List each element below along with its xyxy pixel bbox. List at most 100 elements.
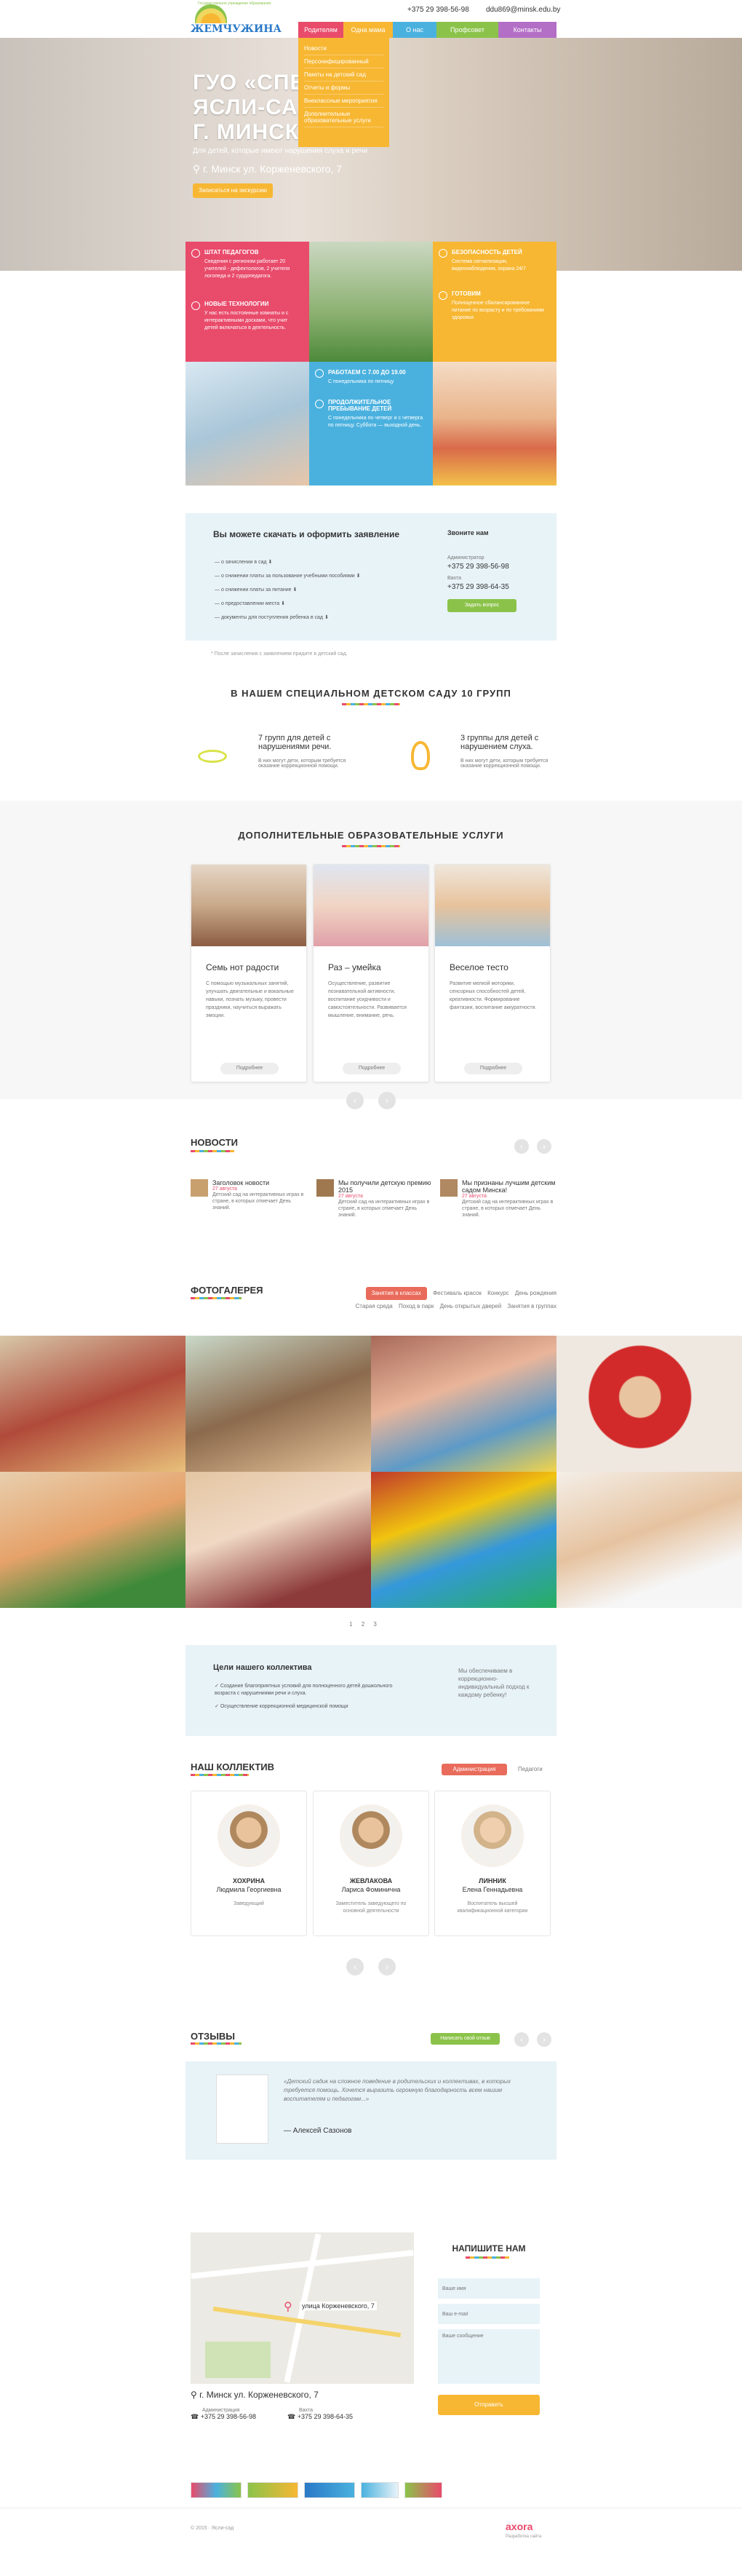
document-link[interactable]: — о предоставлении места ⬇	[215, 597, 361, 611]
gallery-page[interactable]: 1	[349, 1621, 352, 1628]
team-member-card[interactable]: ХОХРИНА Людмила Георгиевна Заведующий	[191, 1791, 307, 1936]
contact-admin: Администрация ☎ +375 29 398-56-98	[191, 2408, 257, 2420]
services-title: ДОПОЛНИТЕЛЬНЫЕ ОБРАЗОВАТЕЛЬНЫЕ УСЛУГИ	[238, 830, 504, 841]
gallery-pagination: 1 2 3	[349, 1621, 377, 1628]
partner-logo[interactable]	[304, 2482, 355, 2498]
document-link[interactable]: — о снижении платы за пользование учебны…	[215, 569, 361, 583]
news-item[interactable]: Мы получили детскую премию 2015 27 авгус…	[316, 1179, 433, 1218]
dropdown-item[interactable]: Внеклассные мероприятия	[304, 95, 383, 108]
submit-button[interactable]: Отправить	[438, 2395, 540, 2415]
message-input[interactable]	[438, 2329, 540, 2384]
divider	[191, 1297, 242, 1299]
ask-question-button[interactable]: Задать вопрос	[447, 599, 516, 612]
news-prev-icon[interactable]: ‹	[514, 1139, 529, 1154]
header-phone[interactable]: +375 29 398-56-98	[407, 6, 469, 14]
review-author: — Алексей Сазонов	[284, 2127, 352, 2135]
admin-phone[interactable]: +375 29 398-56-98	[447, 563, 509, 571]
download-icon: ⬇	[324, 615, 329, 620]
service-more-button[interactable]: Подробнее	[464, 1063, 522, 1074]
name-input[interactable]	[438, 2278, 540, 2299]
divider	[191, 1150, 234, 1152]
dropdown-item[interactable]: Новости	[304, 42, 383, 55]
gallery-photo[interactable]	[186, 1472, 371, 1608]
gallery-photo[interactable]	[371, 1472, 556, 1608]
partner-logo[interactable]	[404, 2482, 442, 2498]
gallery-tab[interactable]: Конкурс	[487, 1290, 508, 1296]
team-title: НАШ КОЛЛЕКТИВ	[191, 1761, 275, 1772]
team-member-card[interactable]: ЛИННИК Елена Геннадьевна Воспитатель высш…	[434, 1791, 551, 1936]
service-more-button[interactable]: Подробнее	[343, 1063, 401, 1074]
documents-title: Вы можете скачать и оформить заявление	[213, 529, 400, 539]
nav-item-mom[interactable]: Одна мама	[343, 22, 393, 38]
phone-icon: ☎	[191, 2413, 201, 2420]
location-pin-icon: ⚲	[191, 2390, 200, 2400]
gallery-photo[interactable]	[371, 1336, 556, 1472]
download-icon: ⬇	[268, 560, 273, 565]
gallery-photo[interactable]	[0, 1472, 186, 1608]
news-title: НОВОСТИ	[191, 1137, 239, 1148]
team-next-icon[interactable]: ›	[378, 1958, 396, 1975]
partner-logo[interactable]	[191, 2482, 242, 2498]
nav-item-parents[interactable]: Родителям	[298, 22, 343, 38]
review-next-icon[interactable]: ›	[537, 2032, 551, 2047]
next-arrow-icon[interactable]: ›	[378, 1092, 396, 1109]
document-link[interactable]: — о снижении платы за питание ⬇	[215, 583, 361, 597]
hearing-groups-text: В них могут дети, которым требуется оказ…	[460, 758, 548, 769]
lips-icon	[198, 750, 227, 763]
team-prev-icon[interactable]: ‹	[346, 1958, 364, 1975]
gallery-photo[interactable]	[186, 1336, 371, 1472]
review-prev-icon[interactable]: ‹	[514, 2032, 529, 2047]
gallery-tab-active[interactable]: Занятия в классах	[365, 1287, 427, 1300]
team-tab-teachers[interactable]: Педагоги	[518, 1766, 543, 1772]
phone-icon: ☎	[287, 2413, 298, 2420]
gallery-photo[interactable]	[556, 1336, 742, 1472]
team-tab-admin[interactable]: Администрация	[442, 1764, 507, 1775]
dropdown-item[interactable]: Отчеты и формы	[304, 82, 383, 95]
tour-button[interactable]: Записаться на экскурсию	[193, 183, 273, 198]
vahta-phone[interactable]: +375 29 398-64-35	[447, 583, 509, 591]
gallery-tab[interactable]: Старая среда	[356, 1303, 393, 1309]
service-more-button[interactable]: Подробнее	[220, 1063, 279, 1074]
service-card: Веселое тесто Развитие мелкой моторики, с…	[434, 864, 551, 1082]
dropdown-item[interactable]: Персонифицированный	[304, 55, 383, 68]
download-icon: ⬇	[356, 574, 361, 579]
news-item[interactable]: Заголовок новости 27 августа Детский сад…	[191, 1179, 307, 1211]
review-text: «Детский садик на сложное поведение в ро…	[284, 2078, 511, 2102]
partner-logo[interactable]	[247, 2482, 298, 2498]
write-review-button[interactable]: Написать свой отзыв	[431, 2033, 500, 2045]
tile-hours: РАБОТАЕМ С 7.00 ДО 19.00 С понедельника п…	[309, 362, 433, 486]
gallery-photo[interactable]	[0, 1336, 186, 1472]
news-next-icon[interactable]: ›	[537, 1139, 551, 1154]
logo[interactable]: ЖЕМЧУЖИНА	[191, 23, 282, 35]
gallery-photo[interactable]	[556, 1472, 742, 1608]
gallery-tab[interactable]: День рождения	[515, 1290, 556, 1296]
email-input[interactable]	[438, 2304, 540, 2324]
reviews-title: ОТЗЫВЫ	[191, 2031, 236, 2042]
goals-section: Цели нашего коллектива ✓ Создание благоп…	[186, 1645, 556, 1736]
news-item[interactable]: Мы признаны лучшим детским садом Минска!…	[440, 1179, 556, 1218]
goals-title: Цели нашего коллектива	[213, 1663, 312, 1672]
avatar	[340, 1804, 402, 1867]
gallery-tab[interactable]: Занятия в группах	[507, 1303, 556, 1309]
partner-logo[interactable]	[361, 2482, 399, 2498]
document-link[interactable]: — документы для поступления ребенка в са…	[215, 611, 361, 625]
gallery-tab[interactable]: День открытых дверей	[440, 1303, 502, 1309]
hero-subtitle: Для детей, которые имеют нарушения слуха…	[193, 147, 368, 155]
nav-item-about[interactable]: О нас	[393, 22, 436, 38]
document-link[interactable]: — о зачислении в сад ⬇	[215, 555, 361, 569]
team-member-card[interactable]: ЖЕВЛАКОВА Лариса Фоминична Заместитель за…	[313, 1791, 429, 1936]
map[interactable]: ⚲ улица Корженевского, 7	[191, 2232, 414, 2384]
prev-arrow-icon[interactable]: ‹	[346, 1092, 364, 1109]
admin-label: Администратор	[447, 555, 484, 560]
dropdown-item[interactable]: Дополнительные образовательные услуги	[304, 108, 383, 127]
check-icon	[439, 291, 447, 300]
gallery-page[interactable]: 3	[373, 1621, 376, 1628]
header-email[interactable]: ddu869@minsk.edu.by	[486, 6, 560, 14]
developer-logo[interactable]: axora	[506, 2521, 532, 2532]
gallery-tab[interactable]: Поход в парк	[399, 1303, 434, 1309]
gallery-page[interactable]: 2	[362, 1621, 364, 1628]
dropdown-item[interactable]: Пакеты на детский сад	[304, 68, 383, 82]
gallery-tab[interactable]: Фестиваль красок	[433, 1290, 482, 1296]
nav-item-contacts[interactable]: Контакты	[498, 22, 556, 38]
nav-item-union[interactable]: Профсовет	[436, 22, 498, 38]
